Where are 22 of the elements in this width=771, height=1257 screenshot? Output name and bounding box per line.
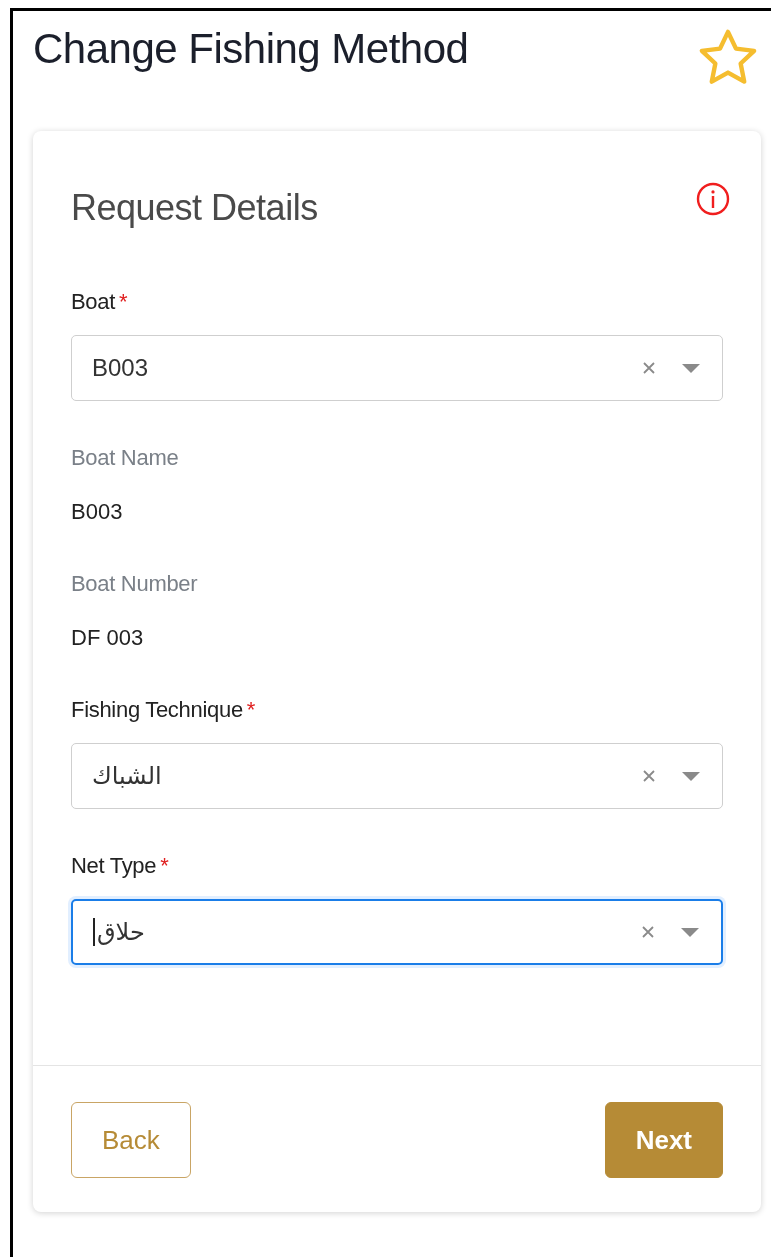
clear-icon[interactable] — [642, 769, 656, 783]
caret-icon[interactable] — [682, 771, 700, 781]
field-value: B003 — [71, 499, 124, 525]
required-asterisk: * — [160, 853, 169, 879]
caret-icon[interactable] — [682, 363, 700, 373]
clear-icon[interactable] — [642, 361, 656, 375]
caret-icon[interactable] — [681, 927, 699, 937]
required-asterisk: * — [246, 697, 256, 723]
info-icon[interactable] — [695, 181, 731, 217]
clear-icon[interactable] — [641, 925, 655, 939]
field-label: Boat Number — [71, 571, 199, 597]
select-field[interactable]: الشباك — [71, 743, 723, 809]
field-value: DF 003 — [71, 625, 145, 651]
field-label: Net Type — [71, 853, 157, 879]
page-title: Change Fishing Method — [33, 25, 469, 73]
section-title: Request Details — [71, 187, 318, 229]
required-asterisk: * — [119, 289, 128, 315]
field-label: Fishing Technique — [71, 697, 243, 723]
select-field[interactable]: B003 — [71, 335, 723, 401]
field-label: Boat Name — [71, 445, 180, 471]
field-label: Boat — [71, 289, 116, 315]
select-field[interactable]: حلاق — [71, 899, 723, 965]
